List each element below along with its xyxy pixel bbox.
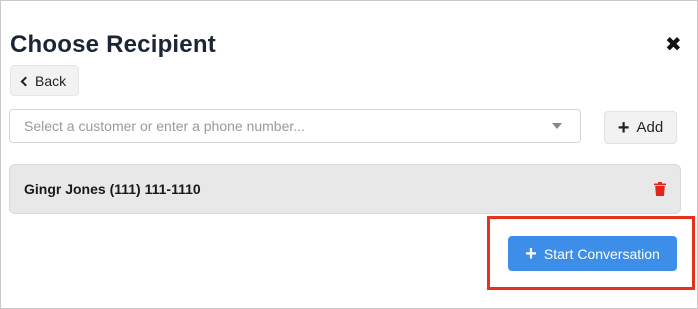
caret-down-icon[interactable] [552,123,562,129]
modal-title: Choose Recipient [10,31,216,58]
customer-search-input[interactable] [22,117,552,135]
start-conversation-label: Start Conversation [543,245,660,262]
recipient-name: Gingr Jones (111) 111-1110 [24,181,201,197]
back-button[interactable]: Back [10,65,80,96]
add-button-label: Add [636,119,664,136]
add-button[interactable]: + Add [604,111,677,144]
choose-recipient-modal: Choose Recipient ✖ Back + Add Gingr Jone… [0,0,698,309]
recipient-item: Gingr Jones (111) 111-1110 [9,164,681,214]
plus-icon: + [525,242,537,265]
chevron-left-icon [20,76,31,86]
close-icon[interactable]: ✖ [665,35,682,55]
start-conversation-button[interactable]: + Start Conversation [508,236,677,271]
back-button-label: Back [35,72,67,89]
customer-select[interactable] [9,109,581,143]
plus-icon: + [617,116,630,139]
trash-icon[interactable] [654,182,666,196]
